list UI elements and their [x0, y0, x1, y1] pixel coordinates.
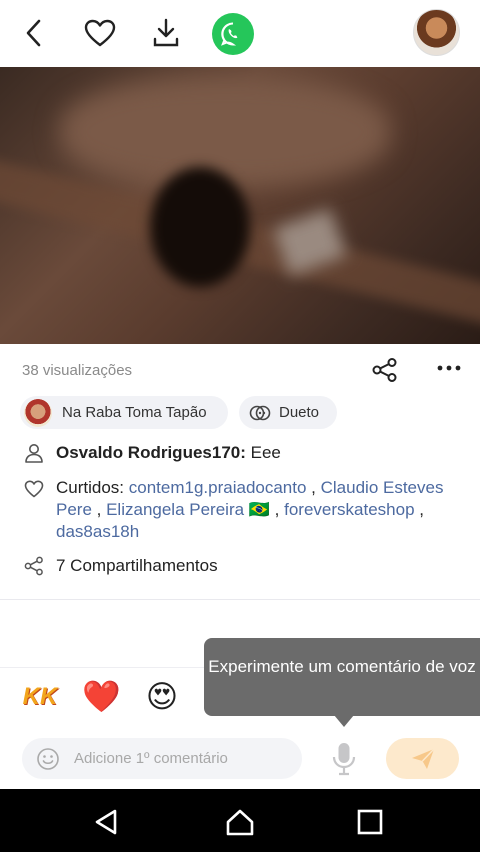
person-icon: [25, 444, 43, 463]
nav-recents-icon[interactable]: [355, 807, 385, 837]
share-icon[interactable]: [372, 358, 398, 382]
likes-prefix: Curtidos:: [56, 478, 125, 497]
music-title: Na Raba Toma Tapão: [62, 404, 207, 421]
divider: [0, 599, 480, 600]
liker-link[interactable]: das8as18h: [56, 522, 139, 541]
likes-list: Curtidos: contem1g.praiadocanto , Claudi…: [56, 478, 444, 541]
duet-button[interactable]: Dueto: [239, 396, 337, 429]
user-avatar[interactable]: [413, 9, 460, 56]
video-player[interactable]: [0, 67, 480, 344]
top-bar: [0, 0, 480, 67]
liker-link[interactable]: foreverskateshop: [284, 500, 414, 519]
duet-icon: [249, 405, 271, 420]
back-arrow-icon[interactable]: [14, 13, 54, 53]
liker-link[interactable]: contem1g.praiadocanto: [129, 478, 307, 497]
caption-author[interactable]: Osvaldo Rodrigues170:: [56, 443, 246, 462]
views-count: 38 visualizações: [22, 362, 133, 379]
heart-small-icon: [24, 480, 44, 498]
caption-text: Eee: [250, 443, 281, 462]
share-small-icon: [24, 556, 43, 576]
caption: Osvaldo Rodrigues170: Eee: [56, 443, 281, 463]
music-chip[interactable]: Na Raba Toma Tapão: [20, 396, 228, 429]
heart-eyes-emoji[interactable]: 😍: [143, 678, 181, 716]
download-icon[interactable]: [146, 13, 186, 53]
shares-count[interactable]: 7 Compartilhamentos: [56, 556, 218, 576]
more-options-icon[interactable]: [436, 360, 462, 380]
nav-home-icon[interactable]: [225, 807, 255, 837]
nav-back-icon[interactable]: [92, 807, 122, 837]
microphone-icon[interactable]: [330, 742, 358, 776]
heart-outline-icon[interactable]: [80, 13, 120, 53]
music-avatar: [24, 398, 52, 427]
comment-input[interactable]: [74, 738, 294, 779]
system-nav-bar: [0, 789, 480, 852]
tooltip-arrow: [334, 715, 354, 727]
send-button[interactable]: [386, 738, 459, 779]
comment-box[interactable]: [22, 738, 302, 779]
voice-comment-tooltip[interactable]: Experimente um comentário de voz: [204, 638, 480, 716]
duet-label: Dueto: [279, 404, 320, 421]
kk-emoji[interactable]: KK: [21, 678, 59, 716]
emoji-picker-icon[interactable]: [36, 747, 60, 771]
liker-link[interactable]: Elizangela Pereira 🇧🇷: [106, 500, 270, 519]
heart-emoji[interactable]: ❤️: [82, 678, 121, 716]
whatsapp-icon[interactable]: [212, 13, 254, 55]
send-icon: [411, 747, 435, 769]
